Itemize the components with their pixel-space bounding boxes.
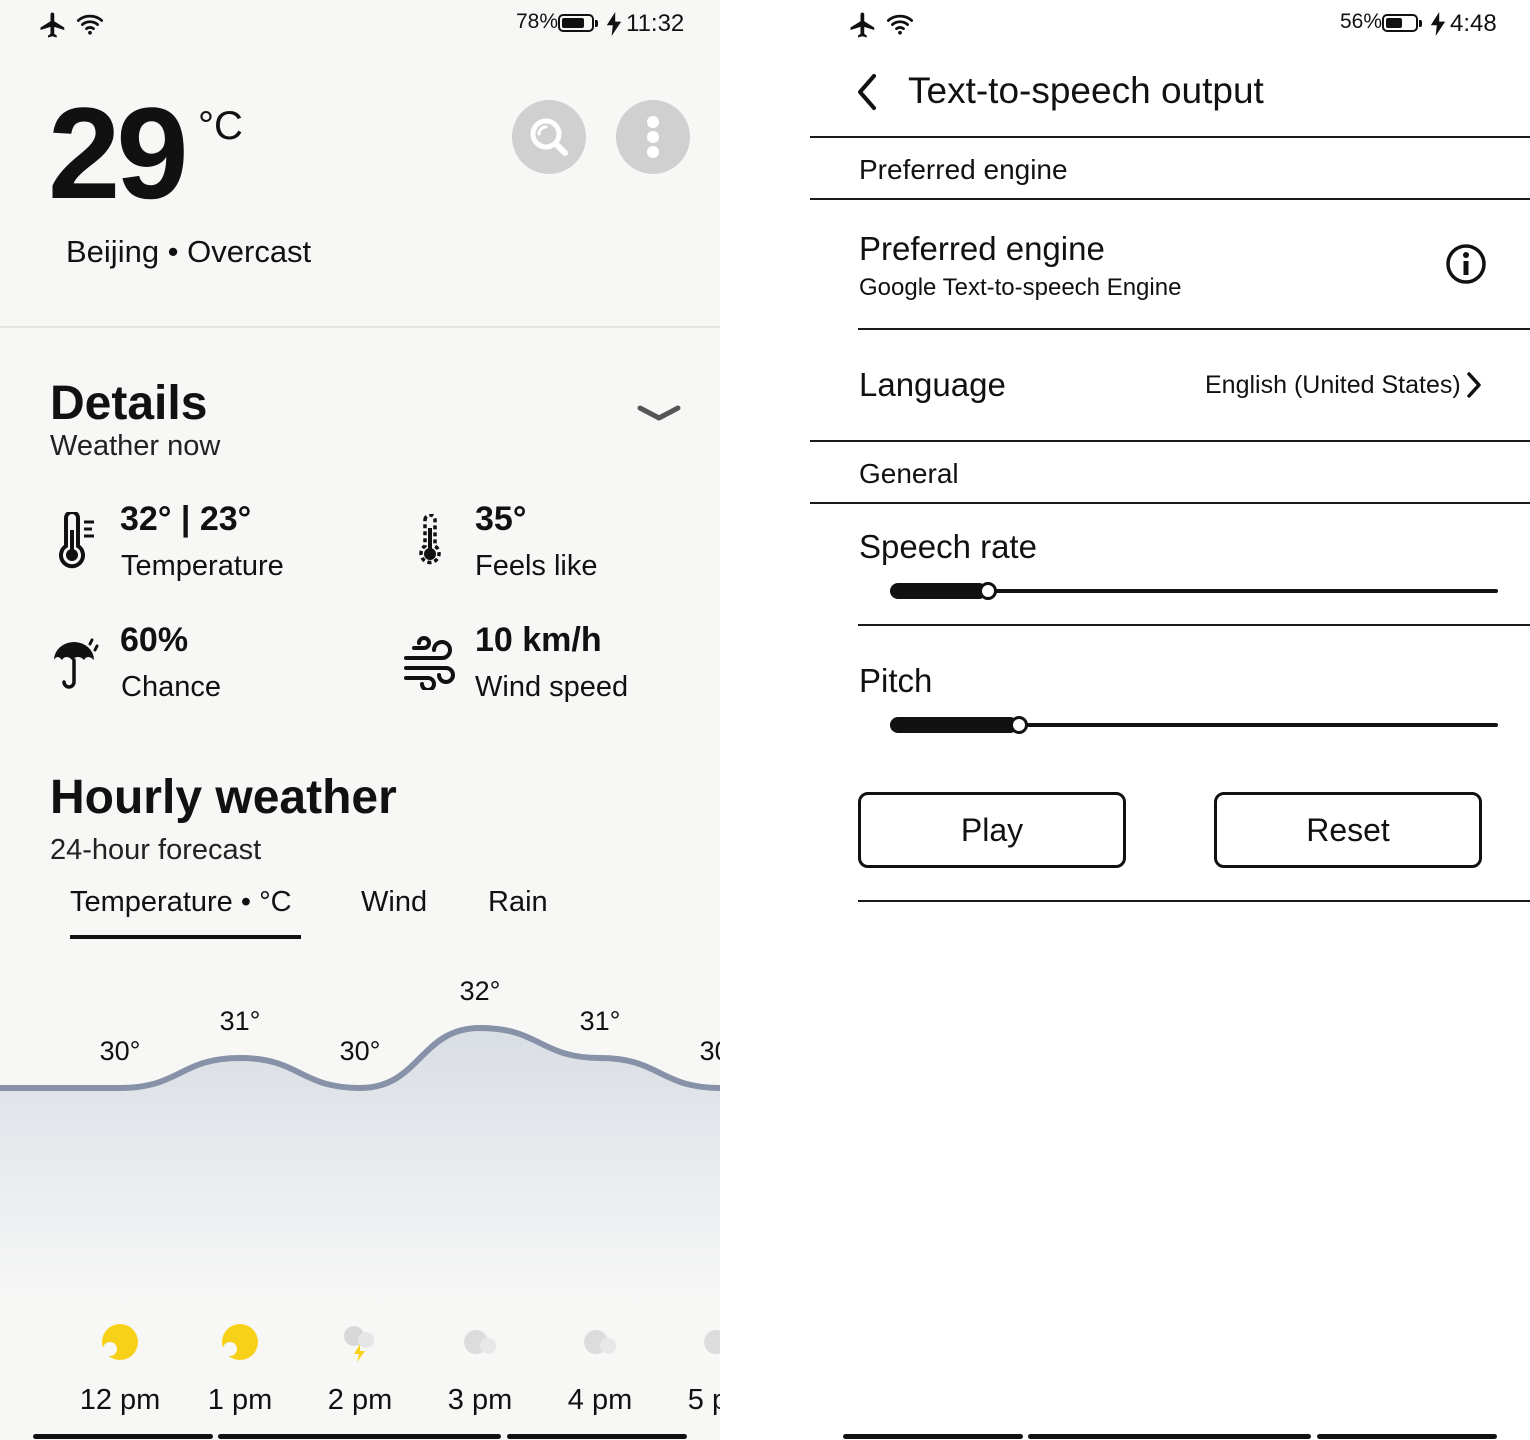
speech-rate-thumb[interactable]: [979, 582, 998, 600]
divider: [858, 900, 1530, 902]
partly-sunny-icon: [222, 1324, 258, 1360]
divider: [858, 624, 1530, 626]
status-bar: 78% 11:32: [0, 0, 720, 50]
wind-speed-value: 10 km/h: [475, 621, 602, 659]
section-header-general: General: [859, 458, 959, 489]
feels-like-value: 35°: [475, 500, 527, 538]
cloudy-icon: [584, 1330, 616, 1354]
more-options-button[interactable]: [616, 100, 690, 174]
more-vert-icon: [647, 116, 659, 158]
page-indicator-3: [507, 1434, 687, 1439]
tab-temperature[interactable]: Temperature • °C: [70, 886, 292, 919]
play-button[interactable]: Play: [858, 792, 1126, 868]
page-indicator-2: [1028, 1434, 1311, 1439]
hourly-title: Hourly weather: [50, 771, 397, 824]
wind-speed-label: Wind speed: [475, 671, 629, 703]
temperature-unit: °C: [198, 104, 243, 148]
temperature-range: 32° | 23°: [120, 500, 252, 538]
tab-active-indicator: [70, 935, 301, 939]
chevron-right-icon: [1467, 372, 1481, 398]
battery-percent: 56%: [1340, 10, 1383, 33]
pitch-thumb[interactable]: [1009, 716, 1028, 734]
hour-tick-label: 4 pm: [567, 1384, 633, 1416]
divider: [810, 502, 1530, 504]
charging-bolt-icon: [1430, 12, 1446, 36]
back-arrow-icon[interactable]: [854, 72, 882, 112]
divider: [810, 440, 1530, 442]
battery-icon: [558, 14, 598, 32]
rain-chance-value: 60%: [120, 621, 189, 659]
hourly-subtitle: 24-hour forecast: [50, 834, 262, 866]
umbrella-icon: [54, 638, 99, 689]
pitch-slider[interactable]: [890, 707, 1498, 743]
weather-screen: 78% 11:32 29 °C Beijing • Overcast Detai…: [0, 0, 720, 1440]
temperature-label: Temperature: [121, 550, 284, 582]
wifi-icon: [76, 14, 104, 35]
language-value: English (United States): [1205, 371, 1461, 399]
cloudy-icon: [704, 1330, 720, 1354]
wind-icon: [404, 636, 455, 690]
feels-like-thermometer-icon: [419, 514, 441, 565]
hour-tick-label: 3 pm: [447, 1384, 513, 1416]
pitch-label: Pitch: [859, 662, 933, 699]
page-indicator-3: [1317, 1434, 1497, 1439]
charging-bolt-icon: [606, 12, 622, 36]
search-icon: [530, 118, 568, 156]
chart-area-fill: [0, 1028, 720, 1300]
hour-tick-label: 2 pm: [327, 1384, 393, 1416]
status-bar: 56% 4:48: [720, 0, 1530, 50]
chevron-down-icon[interactable]: [636, 402, 682, 424]
battery-icon: [1382, 14, 1422, 32]
preferred-engine-value: Google Text-to-speech Engine: [859, 274, 1182, 301]
search-button[interactable]: [512, 100, 586, 174]
thermometer-icon: [59, 512, 94, 569]
speech-rate-label: Speech rate: [859, 528, 1037, 565]
battery-percent: 78%: [516, 10, 559, 33]
partly-sunny-icon: [102, 1324, 138, 1360]
page-indicator-1: [33, 1434, 213, 1439]
header-divider: [0, 326, 720, 328]
current-temperature: 29: [48, 80, 189, 226]
tts-settings-screen: 56% 4:48 Text-to-speech output Preferred…: [720, 0, 1530, 1440]
details-subtitle: Weather now: [50, 430, 221, 462]
section-header-engine: Preferred engine: [859, 154, 1068, 185]
preferred-engine-title: Preferred engine: [859, 230, 1105, 267]
hour-tick-label: 5 pm: [687, 1384, 720, 1416]
tab-wind[interactable]: Wind: [361, 886, 427, 919]
hour-tick-label: 1 pm: [207, 1384, 273, 1416]
hour-tick-label: 12 pm: [79, 1384, 161, 1416]
feels-like-label: Feels like: [475, 550, 598, 582]
speech-rate-slider[interactable]: [890, 573, 1498, 609]
clock: 11:32: [626, 10, 685, 37]
details-title: Details: [50, 377, 208, 430]
tab-rain[interactable]: Rain: [488, 886, 548, 919]
hourly-temperature-chart: [0, 1024, 720, 1300]
rain-chance-label: Chance: [121, 671, 221, 703]
language-label: Language: [859, 366, 1006, 403]
page-indicator-2: [218, 1434, 501, 1439]
page-title: Text-to-speech output: [908, 70, 1264, 111]
wifi-icon: [886, 14, 914, 35]
page-indicator-1: [843, 1434, 1023, 1439]
info-icon[interactable]: [1444, 242, 1488, 286]
location-condition: Beijing • Overcast: [66, 234, 312, 269]
reset-button[interactable]: Reset: [1214, 792, 1482, 868]
divider: [810, 136, 1530, 138]
airplane-icon: [850, 12, 875, 38]
clock: 4:48: [1450, 10, 1497, 37]
cloudy-icon: [464, 1330, 496, 1354]
thunderstorm-icon: [344, 1326, 374, 1362]
airplane-icon: [40, 12, 65, 38]
